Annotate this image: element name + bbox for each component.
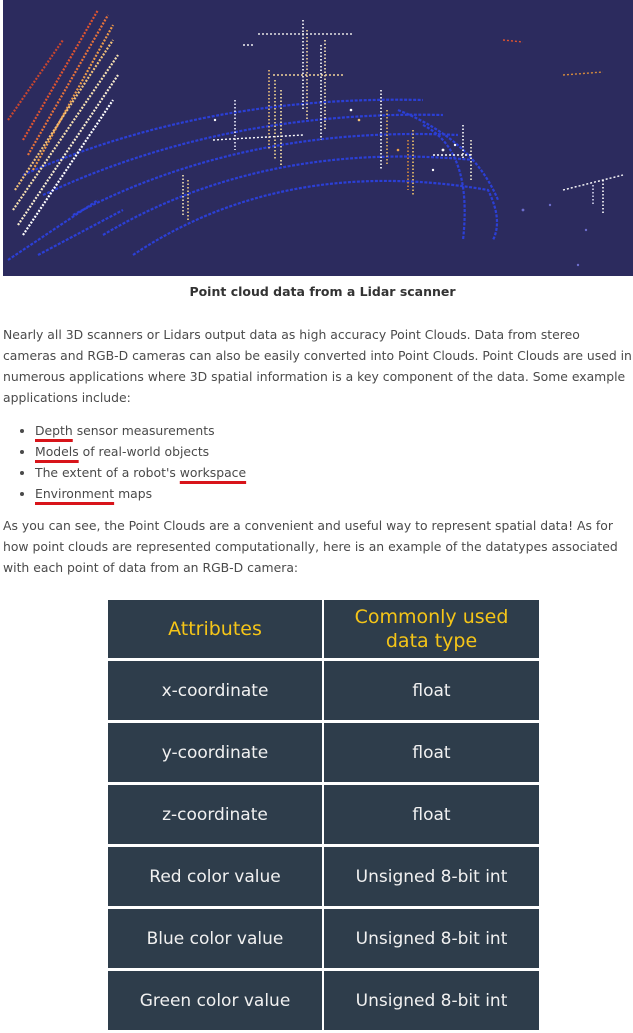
attribute-cell: Red color value [108, 847, 322, 906]
lidar-point-cloud-image [3, 0, 633, 276]
list-item-text: sensor measurements [72, 423, 215, 438]
figure-caption: Point cloud data from a Lidar scanner [189, 284, 456, 299]
list-item: Environment maps [35, 483, 246, 504]
list-item: The extent of a robot's workspace [35, 462, 246, 483]
datatype-paragraph: As you can see, the Point Clouds are a c… [3, 518, 618, 575]
list-item-text: of real-world objects [78, 444, 210, 459]
attribute-cell: z-coordinate [108, 785, 322, 844]
type-cell: float [324, 661, 539, 720]
table-row: Green color value Unsigned 8-bit int [108, 971, 539, 1030]
intro-paragraph: Nearly all 3D scanners or Lidars output … [3, 327, 632, 405]
type-cell: Unsigned 8-bit int [324, 847, 539, 906]
header-data-type: Commonly used data type [324, 600, 539, 658]
attribute-cell: Blue color value [108, 909, 322, 968]
type-cell: float [324, 723, 539, 782]
list-item-text: The extent of a robot's [35, 465, 180, 480]
list-item: Depth sensor measurements [35, 420, 246, 441]
table-row: x-coordinate float [108, 661, 539, 720]
underlined-word: Depth [35, 423, 73, 438]
applications-list: Depth sensor measurements Models of real… [3, 420, 246, 504]
type-cell: Unsigned 8-bit int [324, 971, 539, 1030]
table-header-row: Attributes Commonly used data type [108, 600, 539, 658]
type-cell: Unsigned 8-bit int [324, 909, 539, 968]
list-item-text: maps [114, 486, 153, 501]
table-row: Blue color value Unsigned 8-bit int [108, 909, 539, 968]
table-row: y-coordinate float [108, 723, 539, 782]
list-item: Models of real-world objects [35, 441, 246, 462]
attribute-cell: Green color value [108, 971, 322, 1030]
attribute-cell: y-coordinate [108, 723, 322, 782]
header-data-type-text: Commonly used data type [354, 606, 509, 652]
table-row: Red color value Unsigned 8-bit int [108, 847, 539, 906]
table-row: z-coordinate float [108, 785, 539, 844]
type-cell: float [324, 785, 539, 844]
underlined-word: Environment [35, 486, 115, 501]
point-cloud-graphic [3, 0, 633, 276]
header-attributes: Attributes [108, 600, 322, 658]
underlined-word: Models [35, 444, 79, 459]
attribute-cell: x-coordinate [108, 661, 322, 720]
datatype-table: Attributes Commonly used data type x-coo… [108, 600, 539, 1033]
underlined-word: workspace [179, 465, 247, 480]
